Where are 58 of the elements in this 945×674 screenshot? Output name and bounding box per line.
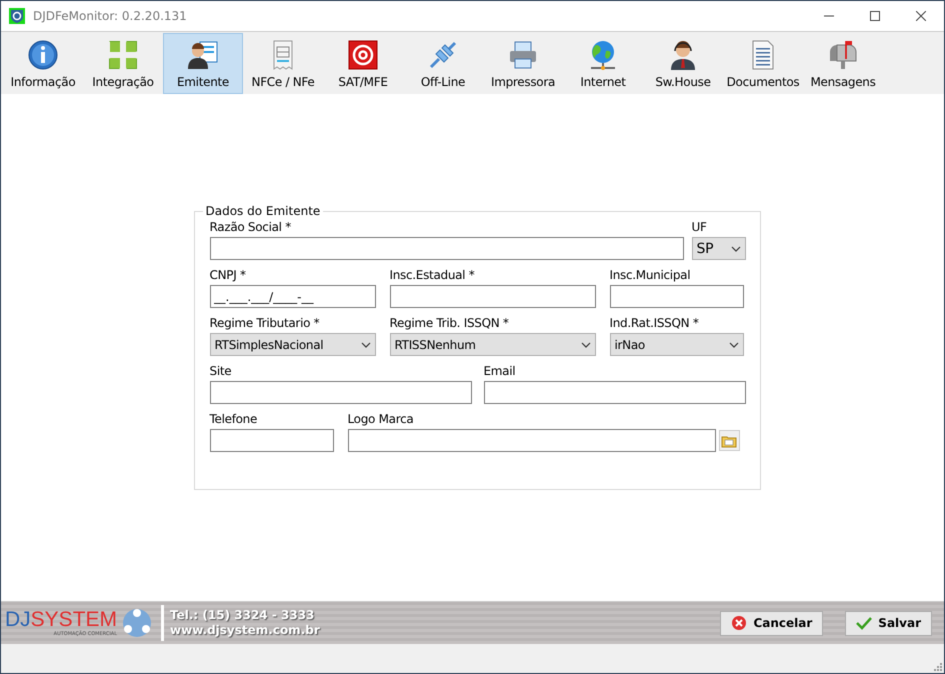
mailbox-icon — [827, 38, 859, 70]
toolbar-button[interactable]: Mensagens — [803, 33, 883, 94]
dropdown[interactable]: SP — [692, 237, 746, 260]
field-label: Telefone — [210, 412, 258, 426]
dropdown[interactable]: RTISSNenhum — [390, 333, 596, 356]
toolbar-button[interactable]: Emitente — [163, 33, 243, 94]
printer-icon — [507, 38, 539, 70]
chevron-down-icon — [580, 342, 590, 348]
browse-button[interactable] — [718, 430, 740, 451]
input-field[interactable] — [610, 285, 744, 308]
dropdown[interactable]: RTSimplesNacional — [210, 333, 376, 356]
input-field[interactable] — [210, 429, 334, 452]
field-label: Ind.Rat.ISSQN * — [610, 316, 700, 330]
dropdown[interactable]: irNao — [610, 333, 744, 356]
field-label: Site — [210, 364, 232, 378]
toolbar-button[interactable]: Sw.House — [643, 33, 723, 94]
chevron-down-icon — [730, 246, 740, 252]
field-label: Insc.Municipal — [610, 268, 692, 282]
field-label: CNPJ * — [210, 268, 247, 282]
save-button[interactable]: Salvar — [845, 610, 932, 636]
check-icon — [856, 615, 872, 631]
logo-icon — [121, 607, 154, 639]
toolbar-button[interactable]: Impressora — [483, 33, 563, 94]
toolbar-button[interactable]: NFCe / NFe — [243, 33, 323, 94]
toolbar-button[interactable]: Off-Line — [403, 33, 483, 94]
chevron-down-icon — [728, 342, 738, 348]
window-title: DJDFeMonitor: 0.2.20.131 — [33, 9, 188, 23]
website-text: www.djsystem.com.br — [170, 623, 320, 638]
group-title: Dados do Emitente — [204, 204, 322, 218]
toolbar-button[interactable]: Informação — [3, 33, 83, 94]
input-field[interactable] — [210, 237, 684, 260]
cancel-button[interactable]: Cancelar — [720, 610, 824, 636]
info-icon — [27, 38, 59, 70]
input-field[interactable]: __.___.___/____-__ — [210, 285, 376, 308]
app-icon — [9, 8, 25, 24]
input-field[interactable] — [348, 429, 716, 452]
close-icon[interactable] — [916, 11, 926, 21]
brand-logo-text: DJSYSTEM — [5, 608, 118, 631]
input-field[interactable] — [210, 381, 472, 404]
field-label: Insc.Estadual * — [390, 268, 476, 282]
toolbar-button[interactable]: Documentos — [723, 33, 803, 94]
input-field[interactable] — [390, 285, 596, 308]
maximize-icon[interactable] — [870, 11, 880, 21]
toolbar-button[interactable]: Internet — [563, 33, 643, 94]
field-label: Regime Tributario * — [210, 316, 320, 330]
chevron-down-icon — [360, 342, 370, 348]
field-label: Email — [484, 364, 516, 378]
toolbar-button[interactable]: Integração — [83, 33, 163, 94]
phone-text: Tel.: (15) 3324 - 3333 — [170, 608, 316, 623]
field-label: Razão Social * — [210, 220, 292, 234]
field-label: Logo Marca — [348, 412, 414, 426]
cancel-icon — [731, 615, 748, 631]
field-label: UF — [692, 220, 708, 234]
field-label: Regime Trib. ISSQN * — [390, 316, 510, 330]
person-card-icon — [187, 38, 219, 70]
toolbar-button[interactable]: SAT/MFE — [323, 33, 403, 94]
input-field[interactable] — [484, 381, 746, 404]
resize-grip-icon[interactable] — [932, 661, 942, 671]
